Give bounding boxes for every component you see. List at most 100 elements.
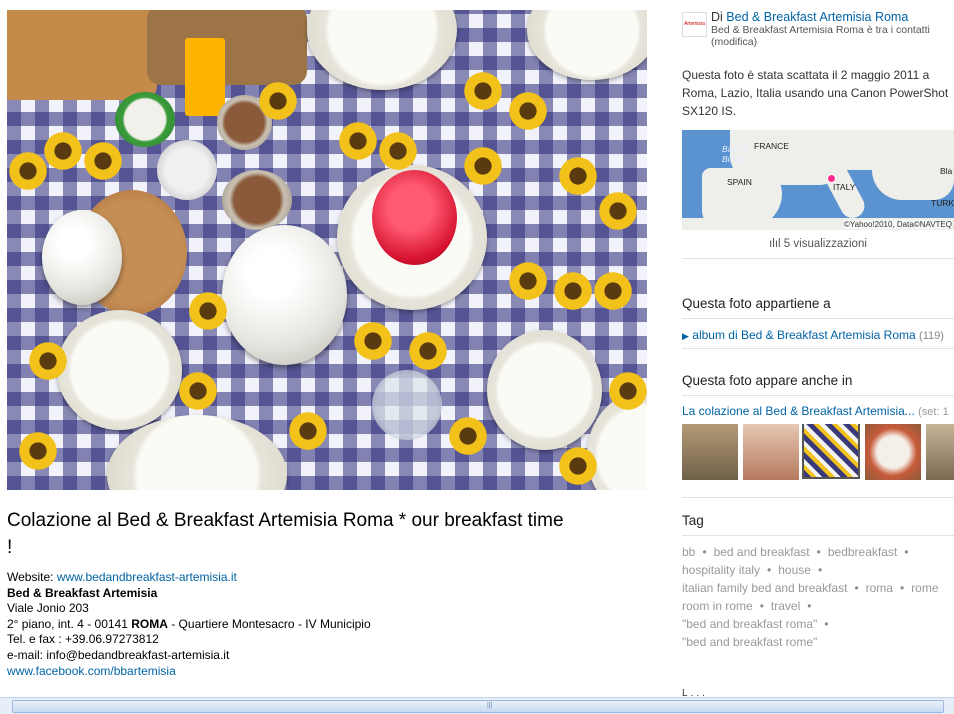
owner-link[interactable]: Bed & Breakfast Artemisia Roma	[726, 10, 908, 24]
sunflower	[507, 260, 549, 302]
website-label: Website:	[7, 570, 57, 584]
owner-prefix: Di	[711, 10, 727, 24]
divider	[682, 258, 954, 259]
set-link[interactable]: La colazione al Bed & Breakfast Artemisi…	[682, 404, 915, 418]
sunflower	[337, 120, 379, 162]
sunflower	[462, 145, 504, 187]
sunflower	[42, 130, 84, 172]
divider	[682, 535, 954, 536]
sunflower	[257, 80, 299, 122]
owner-avatar[interactable]: Artemisia	[682, 12, 707, 37]
map-label-turkey: TURK	[931, 198, 954, 208]
tag-item[interactable]: hospitality italy	[682, 563, 760, 577]
tag-item[interactable]: bed and breakfast	[714, 545, 810, 559]
sunflower	[17, 430, 59, 472]
tag-item[interactable]: travel	[771, 599, 800, 613]
set-entry[interactable]: La colazione al Bed & Breakfast Artemisi…	[682, 404, 954, 418]
sunflower	[407, 330, 449, 372]
tag-item[interactable]: house	[778, 563, 811, 577]
album-count: (119)	[919, 330, 944, 342]
map-label-italy: ITALY	[833, 182, 856, 192]
city-name: ROMA	[131, 616, 168, 631]
street-address: Viale Jonio 203	[7, 601, 89, 616]
sugar-jar	[157, 140, 217, 200]
email-address: e-mail: info@bedandbreakfast-artemisia.i…	[7, 647, 230, 662]
cup-saucer-left	[57, 310, 182, 430]
butter-plate	[307, 10, 457, 90]
main-photo[interactable]	[7, 10, 647, 490]
floor-info: 2° piano, int. 4 - 00141	[7, 616, 132, 631]
sunflower	[507, 90, 549, 132]
tag-item[interactable]: "bed and breakfast roma"	[682, 617, 817, 631]
horizontal-scrollbar[interactable]: |||	[0, 697, 954, 714]
tag-separator: •	[854, 581, 859, 595]
sunflower	[377, 130, 419, 172]
location-pin-icon[interactable]	[827, 174, 836, 183]
tag-item[interactable]: roma	[866, 581, 893, 595]
sunflower	[597, 190, 639, 232]
tag-separator: •	[899, 581, 905, 595]
map-credit: ©Yahoo!2010, Data©NAVTEQ	[844, 220, 952, 229]
tag-item[interactable]: "bed and breakfast rome"	[682, 635, 817, 649]
tag-separator: •	[767, 563, 772, 577]
water-glass	[372, 370, 442, 440]
sunflower	[462, 70, 504, 112]
scrollbar-grip-icon: |||	[487, 702, 493, 709]
divider	[682, 395, 954, 396]
location-map[interactable]: Bay Of Biscay FRANCE SPAIN ITALY TURK Bl…	[682, 130, 954, 230]
set-count: (set: 1	[918, 406, 949, 418]
sunflower	[557, 445, 599, 487]
top-right-plate	[527, 10, 647, 80]
photo-title: Colazione al Bed & Breakfast Artemisia R…	[7, 510, 564, 558]
tag-item[interactable]: bb	[682, 545, 695, 559]
set-thumbnail[interactable]	[865, 424, 921, 480]
facebook-link[interactable]: www.facebook.com/bbartemisia	[7, 664, 176, 678]
sunflower	[607, 370, 647, 412]
tag-separator: •	[816, 545, 821, 559]
sugar-bowl	[115, 92, 175, 147]
tag-separator: •	[807, 599, 812, 613]
set-thumbnail[interactable]	[743, 424, 799, 480]
bar-chart-icon: ılıl	[769, 238, 781, 250]
tag-list: bb • bed and breakfast • bedbreakfast • hospi…	[682, 543, 954, 651]
set-thumbnails	[682, 424, 954, 480]
sunflower	[352, 320, 394, 362]
set-thumbnail[interactable]	[682, 424, 738, 480]
contact-note[interactable]: Bed & Breakfast Artemisia Roma è tra i c…	[711, 24, 951, 48]
tag-separator: •	[904, 545, 909, 559]
expand-arrow-icon[interactable]: ▶	[682, 331, 689, 341]
tag-separator: •	[824, 617, 829, 631]
tag-item[interactable]: bedbreakfast	[828, 545, 897, 559]
sunflower	[557, 155, 599, 197]
business-name: Bed & Breakfast Artemisia	[7, 585, 158, 600]
view-count-text: 5 visualizzazioni	[783, 238, 867, 250]
tag-separator: •	[702, 545, 707, 559]
juice-pack	[185, 38, 225, 116]
sunflower	[592, 270, 634, 312]
photo-taken-info: Questa foto è stata scattata il 2 maggio…	[682, 68, 949, 118]
website-link[interactable]: www.bedandbreakfast-artemisia.it	[57, 570, 237, 584]
album-link[interactable]: album di Bed & Breakfast Artemisia Roma	[692, 328, 915, 342]
tag-item[interactable]: room in rome	[682, 599, 753, 613]
milk-jug	[42, 210, 122, 305]
pastry-basket	[7, 10, 157, 100]
set-thumbnail[interactable]	[926, 424, 954, 480]
divider	[682, 348, 954, 349]
coffee-jar	[222, 170, 292, 230]
scrollbar-thumb[interactable]	[12, 700, 944, 713]
teapot	[222, 225, 347, 365]
sunflower	[187, 290, 229, 332]
tag-item[interactable]: italian family bed and breakfast	[682, 581, 847, 595]
tag-item[interactable]: rome	[911, 581, 938, 595]
set-thumbnail-current[interactable]	[802, 424, 860, 479]
jam-jar	[372, 170, 457, 265]
snack-basket	[147, 10, 307, 85]
sunflower	[82, 140, 124, 182]
album-entry[interactable]: ▶ album di Bed & Breakfast Artemisia Rom…	[682, 328, 954, 342]
divider	[682, 318, 954, 319]
sunflower	[177, 370, 219, 412]
divider	[682, 497, 954, 498]
view-count: ılıl 5 visualizzazioni	[682, 238, 954, 250]
sunflower	[27, 340, 69, 382]
map-label-france: FRANCE	[754, 141, 789, 151]
